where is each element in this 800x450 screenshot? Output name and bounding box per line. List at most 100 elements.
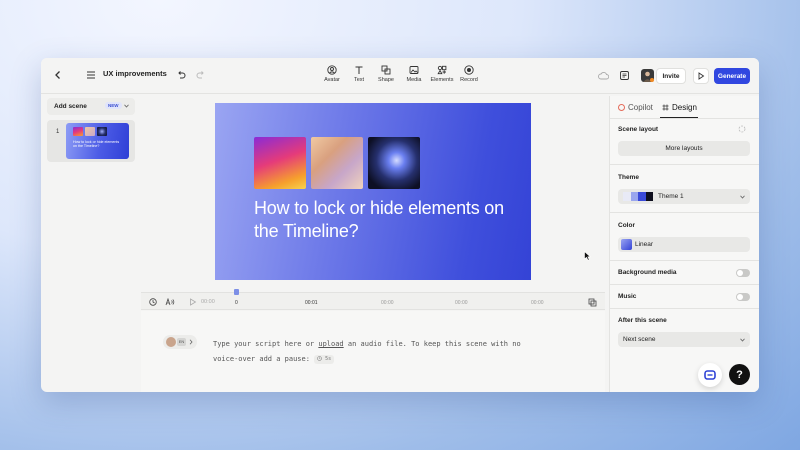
app-window: UX improvements Avatar Text Shape Media … bbox=[41, 58, 759, 392]
timeline-bar[interactable]: 00:00 0 00:01 00:00 00:00 00:00 bbox=[141, 289, 605, 310]
text-tool-button[interactable]: Text bbox=[344, 65, 374, 83]
background-media-toggle[interactable] bbox=[736, 269, 750, 277]
divider bbox=[610, 118, 759, 119]
theme-value: Theme 1 bbox=[658, 193, 684, 200]
color-select[interactable]: Linear bbox=[618, 237, 750, 252]
chat-icon bbox=[704, 370, 716, 380]
script-placeholder[interactable]: Type your script here or upload an audio… bbox=[213, 337, 543, 367]
scene-list-panel: Add scene NEW 1 How to lock or hide elem… bbox=[47, 98, 135, 388]
media-tool-button[interactable]: Media bbox=[399, 65, 429, 83]
help-button[interactable]: ? bbox=[729, 364, 750, 385]
chevron-down-icon[interactable] bbox=[124, 104, 129, 108]
add-scene-button[interactable]: Add scene NEW bbox=[47, 98, 135, 115]
tab-design[interactable]: Design bbox=[672, 103, 697, 112]
current-time: 00:00 bbox=[201, 299, 215, 305]
voice-selector[interactable]: EN bbox=[163, 335, 197, 349]
language-badge: EN bbox=[177, 338, 186, 346]
scene-card-1[interactable]: 1 How to lock or hide elements on the Ti… bbox=[47, 120, 135, 162]
upload-link[interactable]: upload bbox=[318, 340, 343, 348]
undo-icon[interactable] bbox=[176, 70, 186, 80]
scene-number: 1 bbox=[56, 129, 60, 135]
pause-duration: 5s bbox=[325, 355, 332, 362]
notes-icon[interactable] bbox=[619, 70, 630, 81]
record-tool-button[interactable]: Record bbox=[454, 65, 484, 83]
color-value: Linear bbox=[635, 241, 654, 248]
cloud-sync-icon bbox=[598, 71, 609, 80]
pause-chip[interactable]: 5s bbox=[314, 354, 335, 364]
slide-image-gradient-1[interactable] bbox=[254, 137, 306, 189]
theme-label: Theme bbox=[618, 174, 639, 181]
mouse-cursor-icon bbox=[584, 248, 592, 266]
redo-icon[interactable] bbox=[196, 70, 206, 80]
color-label: Color bbox=[618, 222, 635, 229]
timeline-playhead[interactable] bbox=[234, 289, 239, 295]
thumb-image-3 bbox=[97, 127, 107, 136]
scene-thumbnail-title: How to lock or hide elements on the Time… bbox=[73, 140, 120, 149]
timeline-mark: 00:00 bbox=[531, 300, 544, 306]
invite-button[interactable]: Invite bbox=[656, 68, 686, 84]
slide-canvas[interactable]: How to lock or hide elements on the Time… bbox=[215, 103, 531, 280]
top-bar: UX improvements Avatar Text Shape Media … bbox=[41, 58, 759, 94]
clock-icon[interactable] bbox=[149, 298, 157, 306]
after-scene-value: Next scene bbox=[623, 336, 656, 343]
menu-icon[interactable] bbox=[86, 71, 96, 79]
divider bbox=[610, 212, 759, 213]
chevron-down-icon bbox=[740, 195, 745, 199]
play-icon[interactable] bbox=[189, 298, 197, 306]
tool-label-text: Text bbox=[353, 77, 365, 83]
user-avatar[interactable] bbox=[641, 69, 654, 82]
avatar-icon bbox=[327, 65, 337, 75]
divider bbox=[610, 260, 759, 261]
document-title[interactable]: UX improvements bbox=[103, 69, 167, 78]
add-scene-label: Add scene bbox=[54, 103, 87, 110]
preview-play-button[interactable] bbox=[693, 68, 709, 84]
after-scene-select[interactable]: Next scene bbox=[618, 332, 750, 347]
chevron-right-icon bbox=[189, 339, 193, 345]
tool-label-media: Media bbox=[406, 77, 422, 83]
after-scene-label: After this scene bbox=[618, 317, 667, 324]
more-layouts-button[interactable]: More layouts bbox=[618, 141, 750, 156]
avatar-tool-button[interactable]: Avatar bbox=[317, 65, 347, 83]
shape-tool-button[interactable]: Shape bbox=[371, 65, 401, 83]
elements-tool-button[interactable]: Elements bbox=[427, 65, 457, 83]
clock-icon bbox=[317, 355, 322, 361]
timeline-playhead-label: 0 bbox=[235, 300, 238, 306]
background-media-label: Background media bbox=[618, 269, 677, 276]
tab-copilot[interactable]: Copilot bbox=[628, 103, 653, 112]
script-editor[interactable]: EN Type your script here or upload an au… bbox=[141, 311, 605, 392]
slide-title[interactable]: How to lock or hide elements on the Time… bbox=[254, 197, 514, 243]
divider bbox=[610, 164, 759, 165]
design-grid-icon bbox=[662, 104, 669, 111]
theme-swatch bbox=[623, 192, 653, 201]
text-icon bbox=[355, 66, 363, 74]
music-label: Music bbox=[618, 293, 637, 300]
back-arrow-icon[interactable] bbox=[53, 70, 63, 80]
thumb-image-2 bbox=[85, 127, 95, 136]
slide-image-gradient-2[interactable] bbox=[311, 137, 363, 189]
fit-timeline-icon[interactable] bbox=[588, 298, 597, 307]
tool-label-elements: Elements bbox=[430, 77, 454, 83]
chevron-down-icon bbox=[740, 338, 745, 342]
voice-avatar bbox=[166, 337, 176, 347]
divider bbox=[610, 308, 759, 309]
generate-button[interactable]: Generate bbox=[714, 68, 750, 84]
media-icon bbox=[409, 66, 419, 74]
canvas-area: How to lock or hide elements on the Time… bbox=[139, 96, 607, 292]
theme-select[interactable]: Theme 1 bbox=[618, 189, 750, 204]
text-to-speech-icon[interactable] bbox=[165, 298, 175, 306]
chat-support-button[interactable] bbox=[698, 363, 722, 387]
music-toggle[interactable] bbox=[736, 293, 750, 301]
tool-label-shape: Shape bbox=[378, 77, 394, 83]
slide-image-gradient-3[interactable] bbox=[368, 137, 420, 189]
scene-thumbnail[interactable]: How to lock or hide elements on the Time… bbox=[66, 123, 129, 159]
script-text-start: Type your script here or bbox=[213, 340, 319, 348]
copilot-icon bbox=[618, 104, 625, 111]
divider bbox=[610, 284, 759, 285]
color-swatch bbox=[621, 239, 632, 250]
play-icon bbox=[698, 72, 705, 80]
tool-label-record: Record bbox=[460, 77, 478, 83]
tool-label-avatar: Avatar bbox=[324, 77, 340, 83]
shape-icon bbox=[381, 65, 391, 75]
new-badge: NEW bbox=[105, 102, 122, 109]
elements-icon bbox=[437, 65, 447, 75]
